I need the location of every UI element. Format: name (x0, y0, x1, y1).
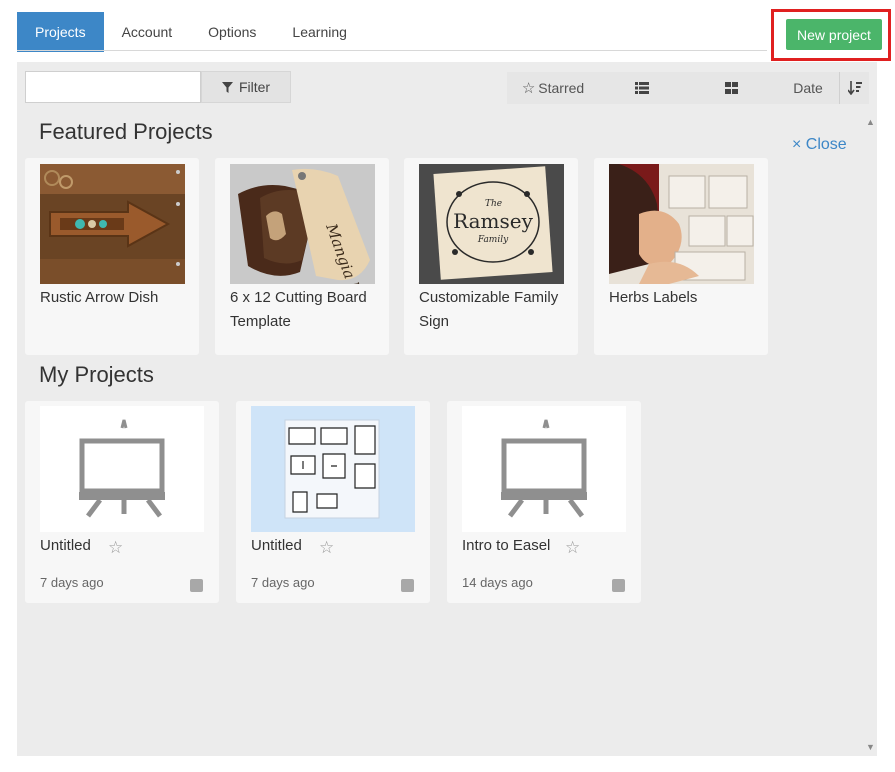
tab-options[interactable]: Options (190, 12, 274, 52)
sign-the-text: The (485, 199, 502, 209)
project-card[interactable]: Intro to Easel ☆ 14 days ago (447, 401, 641, 603)
star-icon[interactable]: ☆ (319, 538, 334, 558)
featured-name: Rustic Arrow Dish (40, 289, 159, 306)
featured-card[interactable]: Herbs Labels (594, 158, 768, 355)
scroll-up-arrow[interactable]: ▲ (866, 117, 875, 127)
project-name: Untitled (251, 537, 302, 554)
top-navigation: Projects Account Options Learning New pr… (0, 0, 895, 62)
list-view-icon (635, 82, 649, 94)
filter-button[interactable]: Filter (201, 71, 291, 103)
project-card[interactable]: Untitled ☆ 7 days ago (236, 401, 430, 603)
easel-icon (501, 419, 587, 518)
tab-projects[interactable]: Projects (17, 12, 104, 52)
featured-name: Herbs Labels (609, 289, 698, 306)
project-date: 7 days ago (251, 575, 315, 590)
featured-thumbnail: The Ramsey Family (419, 164, 564, 284)
star-icon[interactable]: ☆ (108, 538, 123, 558)
project-thumbnail (462, 406, 626, 532)
sign-name-text: Ramsey (453, 209, 534, 233)
project-date: 7 days ago (40, 575, 104, 590)
list-view-button[interactable] (599, 72, 685, 104)
my-projects-title: My Projects (39, 362, 154, 387)
project-thumbnail (251, 406, 415, 532)
featured-thumbnail (40, 164, 185, 284)
cutting-layout-preview (284, 419, 380, 519)
featured-name: Customizable Family Sign (419, 289, 559, 330)
star-icon[interactable]: ☆ (565, 538, 580, 558)
select-checkbox[interactable] (612, 579, 625, 592)
tab-divider (17, 50, 767, 51)
tab-account[interactable]: Account (104, 12, 191, 52)
sort-date-button[interactable]: Date (777, 72, 839, 104)
featured-projects-title: Featured Projects (39, 119, 213, 144)
project-name: Intro to Easel (462, 537, 551, 554)
project-card[interactable]: Untitled ☆ 7 days ago (25, 401, 219, 603)
featured-card[interactable]: The Ramsey Family Customizable Family Si… (404, 158, 578, 355)
starred-toggle[interactable]: ☆ Starred (507, 72, 599, 104)
easel-icon (79, 419, 165, 518)
sort-direction-button[interactable] (839, 72, 869, 104)
featured-thumbnail: Mangia bene (230, 164, 375, 284)
select-checkbox[interactable] (190, 579, 203, 592)
sort-label: Date (793, 80, 823, 96)
project-name: Untitled (40, 537, 91, 554)
featured-card[interactable]: Mangia bene 6 x 12 Cutting Board Templat… (215, 158, 389, 355)
tab-learning[interactable]: Learning (274, 12, 365, 52)
close-featured-link[interactable]: × Close (792, 136, 847, 154)
select-checkbox[interactable] (401, 579, 414, 592)
project-thumbnail (40, 406, 204, 532)
filter-label: Filter (238, 79, 271, 95)
featured-name: 6 x 12 Cutting Board Template (230, 289, 367, 330)
sort-descending-icon (847, 81, 862, 95)
project-date: 14 days ago (462, 575, 533, 590)
featured-thumbnail (609, 164, 754, 284)
projects-panel: Filter ☆ Starred Date Featured Projects … (17, 62, 877, 756)
new-project-button[interactable]: New project (786, 19, 882, 50)
featured-card[interactable]: Rustic Arrow Dish (25, 158, 199, 355)
scroll-down-arrow[interactable]: ▼ (866, 742, 875, 752)
search-input[interactable] (25, 71, 201, 103)
starred-label: Starred (538, 80, 585, 96)
grid-view-icon (724, 82, 738, 94)
tab-bar: Projects Account Options Learning (17, 12, 365, 52)
funnel-icon (221, 81, 233, 93)
star-outline-icon: ☆ (521, 80, 536, 97)
view-toolbar: ☆ Starred Date (507, 72, 869, 104)
sign-family-text: Family (477, 235, 509, 245)
grid-view-button[interactable] (685, 72, 777, 104)
